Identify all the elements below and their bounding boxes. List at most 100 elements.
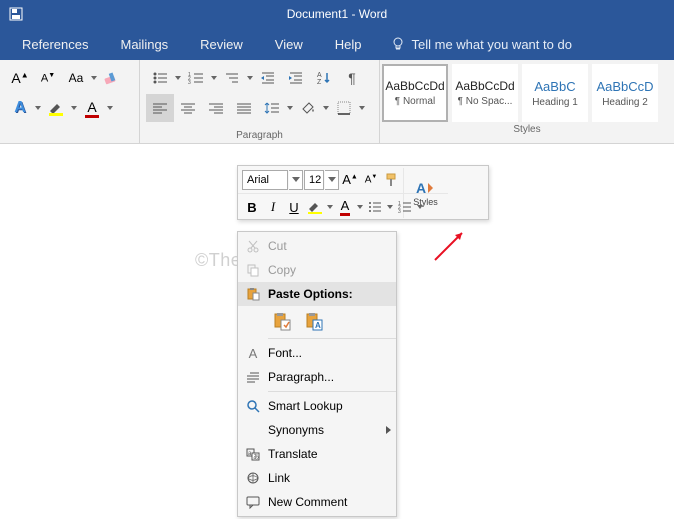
save-icon[interactable] xyxy=(8,6,24,22)
menu-separator xyxy=(268,391,396,392)
mini-font-size-input[interactable]: 12 xyxy=(304,170,324,190)
clipboard-text-icon: A xyxy=(304,311,324,331)
mini-bullets-button[interactable] xyxy=(365,196,385,218)
align-right-icon xyxy=(209,102,223,114)
line-spacing-button[interactable] xyxy=(258,94,286,122)
mini-font-color-button[interactable]: A xyxy=(335,196,355,218)
menu-paragraph[interactable]: Paragraph... xyxy=(238,365,396,389)
mini-shrink-font-button[interactable]: A▼ xyxy=(361,169,381,191)
multilevel-icon xyxy=(224,70,240,86)
menu-new-comment[interactable]: New Comment xyxy=(238,490,396,514)
bullets-button[interactable] xyxy=(146,64,174,92)
link-icon xyxy=(238,471,268,485)
menu-link[interactable]: Link xyxy=(238,466,396,490)
shading-button[interactable] xyxy=(294,94,322,122)
paste-text-only-button[interactable]: A xyxy=(300,308,328,334)
sort-button[interactable]: AZ xyxy=(310,64,338,92)
tab-review[interactable]: Review xyxy=(186,31,257,58)
menu-copy: Copy xyxy=(238,258,396,282)
search-icon xyxy=(238,399,268,413)
mini-italic-button[interactable]: I xyxy=(263,196,283,218)
mini-size-dropdown[interactable] xyxy=(325,170,339,190)
font-color-dropdown[interactable] xyxy=(106,94,114,122)
text-effects-dropdown[interactable] xyxy=(34,94,42,122)
align-left-button[interactable] xyxy=(146,94,174,122)
menu-paste-options[interactable]: Paste Options: xyxy=(238,282,396,306)
mini-font-family-input[interactable]: Arial xyxy=(242,170,288,190)
align-justify-icon xyxy=(237,102,251,114)
shading-dropdown[interactable] xyxy=(322,94,330,122)
mini-font-color-dropdown[interactable] xyxy=(356,193,364,221)
style-heading-2[interactable]: AaBbCcD Heading 2 xyxy=(592,64,658,122)
align-justify-button[interactable] xyxy=(230,94,258,122)
menu-synonyms-label: Synonyms xyxy=(268,423,380,437)
multilevel-dropdown[interactable] xyxy=(246,64,254,92)
mini-grow-font-button[interactable]: A▲ xyxy=(340,169,360,191)
menu-new-comment-label: New Comment xyxy=(268,495,396,509)
bullets-dropdown[interactable] xyxy=(174,64,182,92)
change-case-dropdown[interactable] xyxy=(90,64,98,92)
align-center-button[interactable] xyxy=(174,94,202,122)
align-center-icon xyxy=(181,102,195,114)
style-name: ¶ No Spac... xyxy=(458,96,513,107)
mini-underline-button[interactable]: U xyxy=(284,196,304,218)
style-name: Heading 2 xyxy=(602,97,648,108)
bullets-icon xyxy=(152,70,168,86)
bullets-icon xyxy=(368,200,382,214)
clear-formatting-button[interactable] xyxy=(98,64,126,92)
mini-format-painter-button[interactable] xyxy=(382,169,402,191)
font-color-button[interactable]: A xyxy=(78,94,106,122)
tab-references[interactable]: References xyxy=(8,31,102,58)
numbering-dropdown[interactable] xyxy=(210,64,218,92)
borders-dropdown[interactable] xyxy=(358,94,366,122)
style-no-spacing[interactable]: AaBbCcDd ¶ No Spac... xyxy=(452,64,518,122)
grow-font-button[interactable]: A▲ xyxy=(6,64,34,92)
clipboard-icon xyxy=(272,311,292,331)
mini-bullets-dropdown[interactable] xyxy=(386,193,394,221)
decrease-indent-button[interactable] xyxy=(254,64,282,92)
paragraph-icon xyxy=(238,370,268,384)
mini-numbering-dropdown[interactable] xyxy=(416,193,424,221)
menu-font[interactable]: A Font... xyxy=(238,341,396,365)
mini-bold-button[interactable]: B xyxy=(242,196,262,218)
numbering-button[interactable]: 123 xyxy=(182,64,210,92)
mini-numbering-button[interactable]: 123 xyxy=(395,196,415,218)
menu-cut: Cut xyxy=(238,234,396,258)
style-heading-1[interactable]: AaBbC Heading 1 xyxy=(522,64,588,122)
highlight-button[interactable] xyxy=(42,94,70,122)
multilevel-list-button[interactable] xyxy=(218,64,246,92)
tell-me-search[interactable]: Tell me what you want to do xyxy=(380,30,582,58)
line-spacing-dropdown[interactable] xyxy=(286,94,294,122)
show-marks-button[interactable]: ¶ xyxy=(338,64,366,92)
style-preview: AaBbCcDd xyxy=(385,79,444,93)
borders-button[interactable] xyxy=(330,94,358,122)
highlight-dropdown[interactable] xyxy=(70,94,78,122)
text-effects-button[interactable]: A xyxy=(6,94,34,122)
annotation-arrow xyxy=(430,225,470,265)
menu-synonyms[interactable]: Synonyms xyxy=(238,418,396,442)
mini-font-dropdown[interactable] xyxy=(289,170,303,190)
shrink-font-button[interactable]: A▼ xyxy=(34,64,62,92)
context-menu: Cut Copy Paste Options: A A Font... Para… xyxy=(237,231,397,517)
tab-view[interactable]: View xyxy=(261,31,317,58)
mini-highlight-dropdown[interactable] xyxy=(326,193,334,221)
indent-icon xyxy=(288,70,304,86)
style-normal[interactable]: AaBbCcDd ¶ Normal xyxy=(382,64,448,122)
tab-mailings[interactable]: Mailings xyxy=(106,31,182,58)
paste-keep-source-button[interactable] xyxy=(268,308,296,334)
menu-separator xyxy=(268,338,396,339)
align-right-button[interactable] xyxy=(202,94,230,122)
menu-smart-lookup[interactable]: Smart Lookup xyxy=(238,394,396,418)
svg-text:A: A xyxy=(317,72,322,79)
highlighter-icon xyxy=(307,199,323,215)
menu-cut-label: Cut xyxy=(268,239,396,253)
svg-text:3: 3 xyxy=(188,80,191,86)
tell-me-label: Tell me what you want to do xyxy=(412,37,572,52)
line-spacing-icon xyxy=(264,101,280,115)
increase-indent-button[interactable] xyxy=(282,64,310,92)
change-case-button[interactable]: Aa xyxy=(62,64,90,92)
menu-translate[interactable]: aあ Translate xyxy=(238,442,396,466)
menu-font-label: Font... xyxy=(268,346,396,360)
mini-highlight-button[interactable] xyxy=(305,196,325,218)
tab-help[interactable]: Help xyxy=(321,31,376,58)
